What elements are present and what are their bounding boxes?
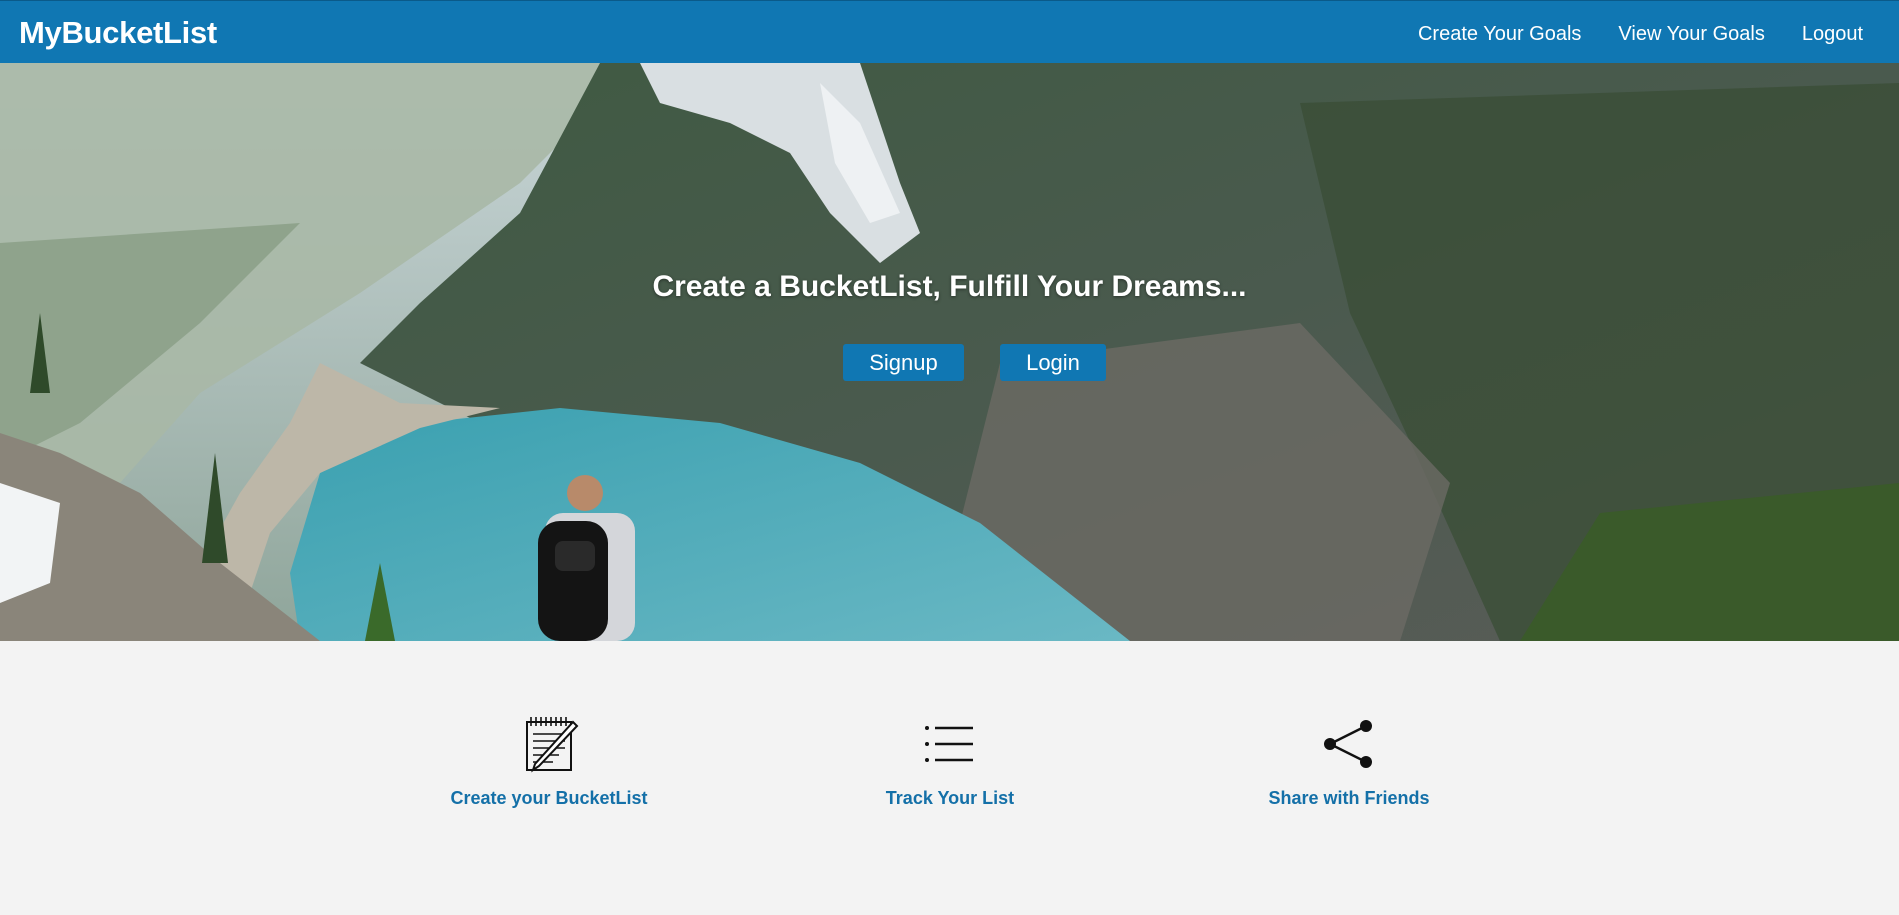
- login-button[interactable]: Login: [1000, 344, 1106, 381]
- hero-content: Create a BucketList, Fulfill Your Dreams…: [0, 63, 1899, 641]
- share-icon: [1219, 714, 1479, 774]
- brand-logo[interactable]: MyBucketList: [19, 15, 217, 51]
- nav-logout-link[interactable]: Logout: [1802, 23, 1863, 46]
- feature-track-list: Track Your List: [820, 714, 1080, 809]
- navbar: MyBucketList Create Your Goals View Your…: [0, 0, 1899, 63]
- hero-title: Create a BucketList, Fulfill Your Dreams…: [652, 270, 1247, 303]
- feature-label[interactable]: Track Your List: [820, 788, 1080, 809]
- nav-view-goals-link[interactable]: View Your Goals: [1618, 23, 1764, 46]
- features-section: Create your BucketList Track Your List S…: [0, 641, 1899, 915]
- feature-label[interactable]: Create your BucketList: [419, 788, 679, 809]
- hero-section: Create a BucketList, Fulfill Your Dreams…: [0, 63, 1899, 641]
- signup-button[interactable]: Signup: [843, 344, 964, 381]
- feature-label[interactable]: Share with Friends: [1219, 788, 1479, 809]
- nav-create-goals-link[interactable]: Create Your Goals: [1418, 23, 1581, 46]
- feature-create-bucketlist: Create your BucketList: [419, 714, 679, 809]
- notepad-pencil-icon: [419, 714, 679, 774]
- feature-share-friends: Share with Friends: [1219, 714, 1479, 809]
- nav-links: Create Your Goals View Your Goals Logout: [1418, 23, 1863, 46]
- list-icon: [820, 714, 1080, 774]
